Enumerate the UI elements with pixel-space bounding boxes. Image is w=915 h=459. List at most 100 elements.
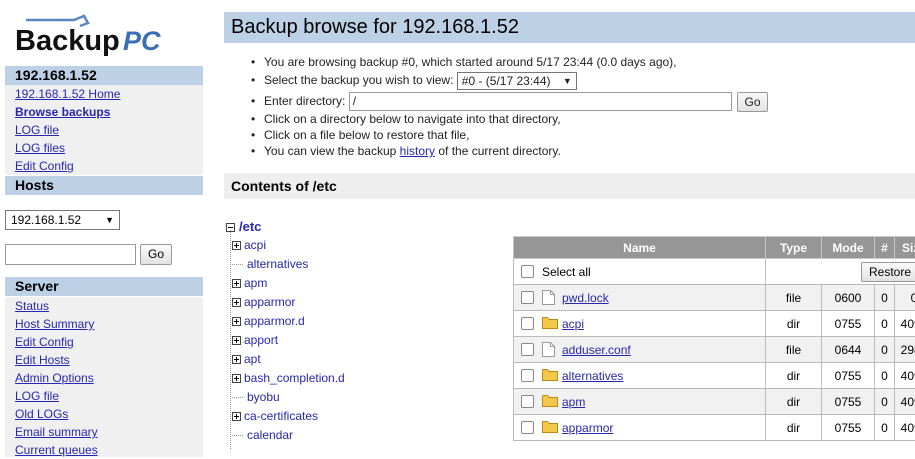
type-cell: dir [766,389,822,415]
row-checkbox[interactable] [521,317,534,330]
row-checkbox[interactable] [521,369,534,382]
col-header-size[interactable]: Size [895,237,915,259]
name-cell: adduser.conf [514,337,766,363]
mode-cell: 0644 [822,337,875,363]
expand-icon[interactable] [232,374,241,383]
tree-item-link[interactable]: bash_completion.d [244,371,345,385]
select-all-checkbox[interactable] [521,265,534,278]
col-header-count[interactable]: # [875,237,895,259]
row-checkbox[interactable] [521,395,534,408]
table-row: alternativesdir075504096 [514,363,915,389]
tree-item-link[interactable]: apm [244,276,267,290]
nav-current-queues[interactable]: Current queues [5,441,203,459]
select-all-row: Select all Restore [514,259,915,285]
history-link[interactable]: history [400,144,435,158]
backup-select[interactable]: #0 - (5/17 23:44) ▼ [457,72,577,90]
nav-log-file[interactable]: LOG file [5,121,203,139]
tree-item-link[interactable]: apparmor [244,295,295,309]
file-name-link[interactable]: apm [562,395,585,409]
mode-cell: 0755 [822,389,875,415]
file-icon [542,290,555,305]
nav-browse-backups[interactable]: Browse backups [5,103,203,121]
file-name-link[interactable]: acpi [562,317,584,331]
col-header-type[interactable]: Type [766,237,822,259]
file-name-link[interactable]: adduser.conf [562,343,631,357]
tree-item-link[interactable]: apparmor.d [244,314,305,328]
directory-input[interactable]: / [349,92,732,111]
nav-host-home[interactable]: 192.168.1.52 Home [5,85,203,103]
tree-item[interactable]: bash_completion.d [232,370,345,386]
col-header-name[interactable]: Name [514,237,766,259]
type-cell: file [766,285,822,311]
chevron-down-icon: ▼ [563,73,572,89]
tree-item[interactable]: calendar [232,427,293,443]
tree-item[interactable]: ca-certificates [232,408,318,424]
tree-item-link[interactable]: ca-certificates [244,409,318,423]
file-name-link[interactable]: apparmor [562,421,613,435]
tree-item[interactable]: acpi [232,237,266,253]
restore-button[interactable]: Restore [861,262,915,282]
tree-connector [232,264,243,265]
table-header-row: Name Type Mode # Size [514,237,915,259]
table-row: adduser.conffile064402981 [514,337,915,363]
tree-item[interactable]: apport [232,332,278,348]
server-nav-header: Server [5,277,203,296]
tree-item[interactable]: apt [232,351,261,367]
type-cell: dir [766,415,822,441]
nav-email-summary[interactable]: Email summary [5,423,203,441]
tree-item[interactable]: byobu [232,389,280,405]
contents-header: Contents of /etc [224,173,915,199]
count-cell: 0 [875,415,895,441]
expand-icon[interactable] [232,317,241,326]
nav-log-files[interactable]: LOG files [5,139,203,157]
tree-root[interactable]: /etc [226,219,261,235]
table-row: acpidir075504096 [514,311,915,337]
host-select[interactable]: 192.168.1.52 ▼ [5,210,120,230]
nav-status[interactable]: Status [5,297,203,315]
backuppc-logo[interactable]: Backup PC [14,14,174,58]
file-name-link[interactable]: alternatives [562,369,623,383]
tree-item-link[interactable]: apport [244,333,278,347]
tree-item-link[interactable]: alternatives [247,257,308,271]
nav-host-summary[interactable]: Host Summary [5,315,203,333]
tree-root-link[interactable]: /etc [239,219,261,234]
tree-item-link[interactable]: calendar [247,428,293,442]
nav-old-logs[interactable]: Old LOGs [5,405,203,423]
count-cell: 0 [875,285,895,311]
info-history-line: You can view the backup history of the c… [249,143,768,159]
tree-item[interactable]: apparmor [232,294,295,310]
tree-item-link[interactable]: acpi [244,238,266,252]
info-list: You are browsing backup #0, which starte… [249,54,768,159]
col-header-mode[interactable]: Mode [822,237,875,259]
type-cell: dir [766,363,822,389]
file-name-link[interactable]: pwd.lock [562,291,609,305]
nav-edit-config[interactable]: Edit Config [5,157,203,175]
directory-go-button[interactable]: Go [737,92,768,112]
backup-select-value: #0 - (5/17 23:44) [462,74,551,88]
expand-icon[interactable] [232,412,241,421]
row-checkbox[interactable] [521,291,534,304]
tree-item-link[interactable]: byobu [247,390,280,404]
tree-item-link[interactable]: apt [244,352,261,366]
host-search-input[interactable] [5,244,136,265]
nav-server-log-file[interactable]: LOG file [5,387,203,405]
tree-item[interactable]: apm [232,275,267,291]
row-checkbox[interactable] [521,343,534,356]
size-cell: 2981 [895,337,915,363]
host-go-button[interactable]: Go [140,244,172,265]
row-checkbox[interactable] [521,421,534,434]
tree-item[interactable]: apparmor.d [232,313,305,329]
expand-icon[interactable] [232,279,241,288]
count-cell: 0 [875,363,895,389]
nav-edit-hosts[interactable]: Edit Hosts [5,351,203,369]
tree-item[interactable]: alternatives [232,256,308,272]
file-table: Name Type Mode # Size Select all Restore… [513,236,915,441]
nav-server-edit-config[interactable]: Edit Config [5,333,203,351]
expand-icon[interactable] [232,298,241,307]
expand-icon[interactable] [232,355,241,364]
expand-icon[interactable] [232,241,241,250]
folder-icon [542,394,555,409]
select-backup-label: Select the backup you wish to view: [264,73,453,87]
expand-icon[interactable] [232,336,241,345]
nav-admin-options[interactable]: Admin Options [5,369,203,387]
